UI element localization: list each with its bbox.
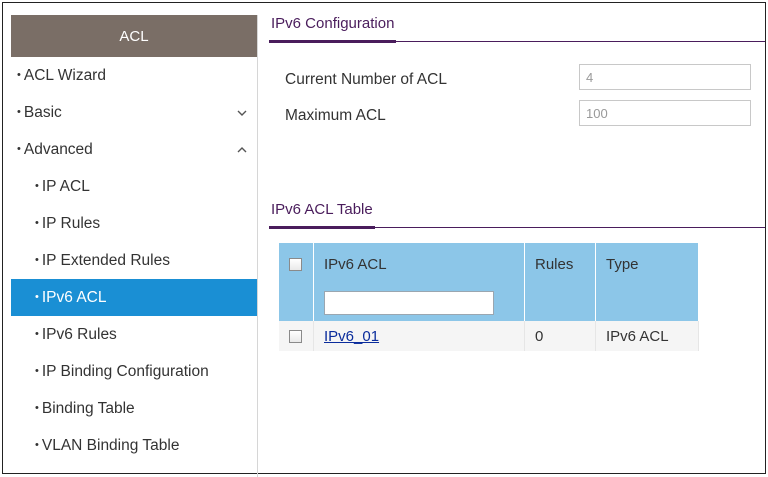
bullet-icon: • [17,142,21,155]
main-content: IPv6 Configuration Current Number of ACL… [269,15,765,351]
table-header-row: IPv6 ACL Rules Type [279,243,699,285]
sidebar-item-label: VLAN Binding Table [41,436,180,454]
sidebar-item-label: Basic [23,103,62,121]
select-all-header [279,243,314,285]
column-header-type[interactable]: Type [595,243,699,285]
type-cell: IPv6 ACL [595,321,699,351]
sidebar: ACL • ACL Wizard • Basic • Advanced • IP… [11,15,258,477]
table-row: IPv6_01 0 IPv6 ACL [279,321,699,351]
current-acl-label: Current Number of ACL [285,71,447,88]
sidebar-item-ip-extended-rules[interactable]: • IP Extended Rules [11,242,257,279]
filter-cell [595,285,699,321]
bullet-icon: • [35,327,39,340]
bullet-icon: • [17,68,21,81]
sidebar-item-label: IP Rules [41,214,101,232]
bullet-icon: • [35,364,39,377]
sidebar-item-ip-acl[interactable]: • IP ACL [11,168,257,205]
current-acl-field: 4 [579,64,751,90]
sidebar-item-label: IPv6 ACL [41,288,107,306]
row-checkbox[interactable] [289,330,302,344]
column-header-ipv6-acl[interactable]: IPv6 ACL [313,243,525,285]
sidebar-item-binding-table[interactable]: • Binding Table [11,390,257,427]
sidebar-item-label: IPv6 Rules [41,325,117,343]
ipv6-acl-filter-input[interactable] [324,291,494,315]
sidebar-item-ipv6-rules[interactable]: • IPv6 Rules [11,316,257,353]
sidebar-item-label: Binding Table [41,399,135,417]
ipv6-configuration-section: IPv6 Configuration Current Number of ACL… [269,15,765,132]
sidebar-item-ip-rules[interactable]: • IP Rules [11,205,257,242]
sidebar-item-label: IP Binding Configuration [41,362,209,380]
sidebar-item-label: IP ACL [41,177,90,195]
chevron-down-icon[interactable] [235,106,249,120]
maximum-acl-field: 100 [579,100,751,126]
sidebar-item-vlan-binding-table[interactable]: • VLAN Binding Table [11,427,257,464]
sidebar-item-label: IP Extended Rules [41,251,170,269]
column-header-rules[interactable]: Rules [524,243,596,285]
select-all-checkbox[interactable] [289,258,302,272]
bullet-icon: • [17,105,21,118]
table-filter-row [279,285,699,321]
sidebar-item-advanced[interactable]: • Advanced [11,131,257,168]
bullet-icon: • [35,438,39,451]
filter-cell [313,285,525,321]
acl-name-link[interactable]: IPv6_01 [324,328,379,345]
sidebar-item-label: ACL Wizard [23,66,106,84]
bullet-icon: • [35,401,39,414]
maximum-acl-label: Maximum ACL [285,107,386,124]
section-title: IPv6 Configuration [269,15,397,43]
filter-cell [279,285,314,321]
bullet-icon: • [35,179,39,192]
ipv6-acl-table-section: IPv6 ACL Table IPv6 ACL Rules Type IPv6_… [269,201,765,351]
bullet-icon: • [35,290,39,303]
chevron-up-icon[interactable] [235,143,249,157]
section-title: IPv6 ACL Table [269,201,375,229]
page-frame: ACL • ACL Wizard • Basic • Advanced • IP… [2,2,766,477]
maximum-acl-row: Maximum ACL 100 [269,100,765,132]
row-select-cell [279,321,314,351]
filter-cell [524,285,596,321]
sidebar-item-label: Advanced [23,140,93,158]
rules-cell: 0 [524,321,596,351]
sidebar-item-acl-wizard[interactable]: • ACL Wizard [11,57,257,94]
sidebar-item-ipv6-acl[interactable]: • IPv6 ACL [11,279,257,316]
current-acl-row: Current Number of ACL 4 [269,64,765,96]
ipv6-acl-table: IPv6 ACL Rules Type IPv6_01 0 IPv6 ACL [279,243,699,351]
acl-name-cell: IPv6_01 [313,321,525,351]
sidebar-header: ACL [11,15,257,57]
bullet-icon: • [35,216,39,229]
sidebar-item-ip-binding-configuration[interactable]: • IP Binding Configuration [11,353,257,390]
sidebar-item-basic[interactable]: • Basic [11,94,257,131]
bullet-icon: • [35,253,39,266]
